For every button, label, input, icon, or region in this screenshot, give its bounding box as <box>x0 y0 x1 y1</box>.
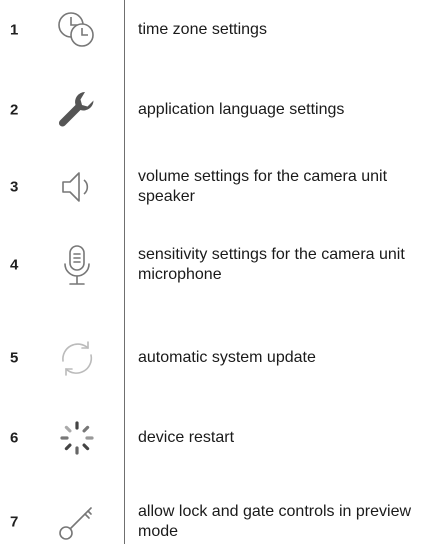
key-icon <box>55 500 99 544</box>
list-item: 1 time zone settings <box>0 0 443 60</box>
item-number: 6 <box>10 429 19 447</box>
list-item: 6 device restart <box>0 408 443 468</box>
item-number: 4 <box>10 256 19 274</box>
item-number: 1 <box>10 21 19 39</box>
time-zone-clocks-icon <box>55 8 99 52</box>
microphone-icon <box>55 243 99 287</box>
item-description: automatic system update <box>138 349 316 366</box>
item-description: allow lock and gate controls in preview … <box>138 503 412 540</box>
list-item: 5 automatic system update <box>0 328 443 388</box>
item-description: application language settings <box>138 101 345 118</box>
refresh-icon <box>55 336 99 380</box>
item-description: sensitivity settings for the camera unit… <box>138 246 405 283</box>
list-item: 7 allow lock and gate controls in previe… <box>0 492 443 552</box>
item-number: 5 <box>10 349 19 367</box>
restart-spinner-icon <box>55 416 99 460</box>
list-item: 2 application language settings <box>0 80 443 140</box>
list-item: 3 volume settings for the camera unit sp… <box>0 157 443 217</box>
item-description: volume settings for the camera unit spea… <box>138 168 388 205</box>
item-number: 2 <box>10 101 19 119</box>
item-number: 7 <box>10 513 19 531</box>
list-item: 4 sensitivity settings for the camera un… <box>0 235 443 295</box>
speaker-icon <box>55 165 99 209</box>
item-description: device restart <box>138 429 235 446</box>
wrench-icon <box>55 88 99 132</box>
item-number: 3 <box>10 178 19 196</box>
item-description: time zone settings <box>138 21 267 38</box>
